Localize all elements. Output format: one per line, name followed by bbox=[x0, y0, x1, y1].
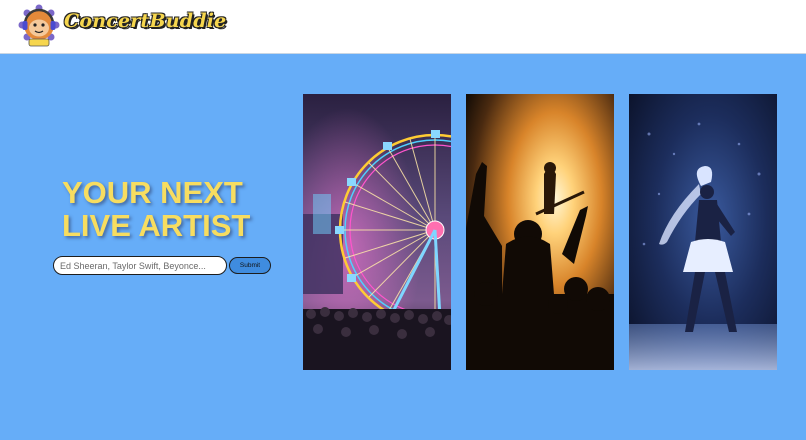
artist-search-input[interactable] bbox=[53, 256, 227, 275]
monkey-headphones-icon[interactable] bbox=[18, 4, 60, 48]
hero-title-line-2: LIVE ARTIST bbox=[62, 208, 251, 243]
hero-title-line-1: YOUR NEXT bbox=[62, 175, 243, 210]
navbar: ConcertBuddie bbox=[0, 0, 806, 54]
hero-title: YOUR NEXT LIVE ARTIST bbox=[62, 176, 250, 242]
brand-name[interactable]: ConcertBuddie bbox=[64, 10, 226, 32]
submit-button[interactable]: Submit bbox=[229, 257, 271, 274]
ferris-wheel-festival-image bbox=[303, 94, 451, 370]
performer-stage-image bbox=[629, 94, 777, 370]
concert-crowd-image bbox=[466, 94, 614, 370]
